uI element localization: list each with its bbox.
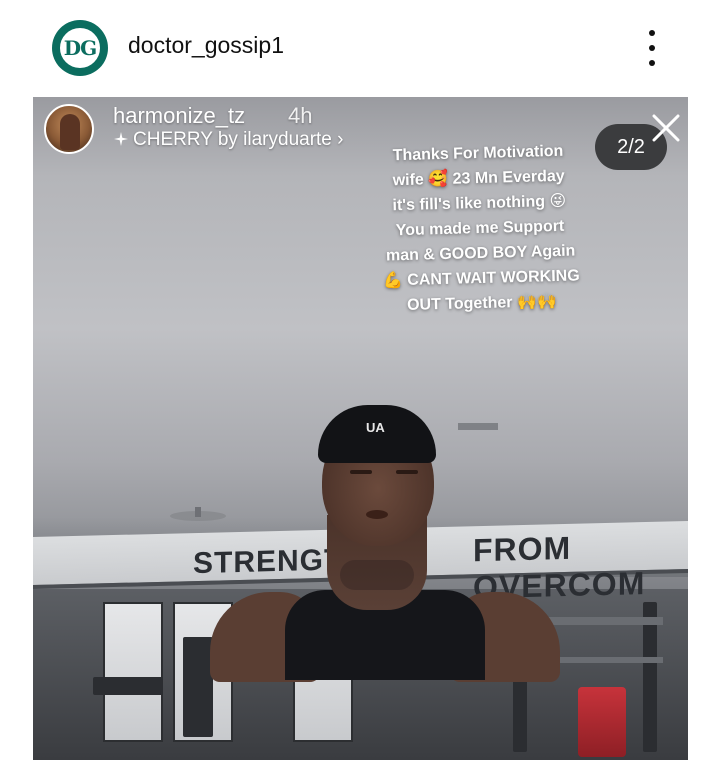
person-mouth	[366, 510, 388, 519]
story-timestamp: 4h	[288, 103, 313, 128]
account-avatar-logo: DG	[57, 25, 103, 71]
story-avatar-figure	[60, 114, 80, 150]
story-caption: Thanks For Motivation wife 🥰 23 Mn Everd…	[358, 138, 602, 319]
sparkle-icon	[114, 132, 128, 146]
neck-tattoo	[340, 560, 414, 590]
close-icon[interactable]	[646, 108, 686, 148]
story-username[interactable]: harmonize_tz	[113, 103, 245, 129]
story-avatar[interactable]	[44, 104, 94, 154]
beanie-logo: UA	[366, 420, 385, 435]
music-attribution[interactable]: CHERRY by ilaryduarte ›	[113, 129, 343, 151]
music-label: CHERRY by ilaryduarte ›	[133, 129, 344, 150]
more-vertical-icon[interactable]	[640, 30, 664, 66]
post-header: DG doctor_gossip1	[0, 0, 720, 96]
more-dot	[649, 45, 655, 51]
more-dot	[649, 60, 655, 66]
account-avatar[interactable]: DG	[52, 20, 108, 76]
person-eye	[350, 470, 372, 474]
person-eye	[396, 470, 418, 474]
account-username[interactable]: doctor_gossip1	[128, 32, 284, 59]
more-dot	[649, 30, 655, 36]
